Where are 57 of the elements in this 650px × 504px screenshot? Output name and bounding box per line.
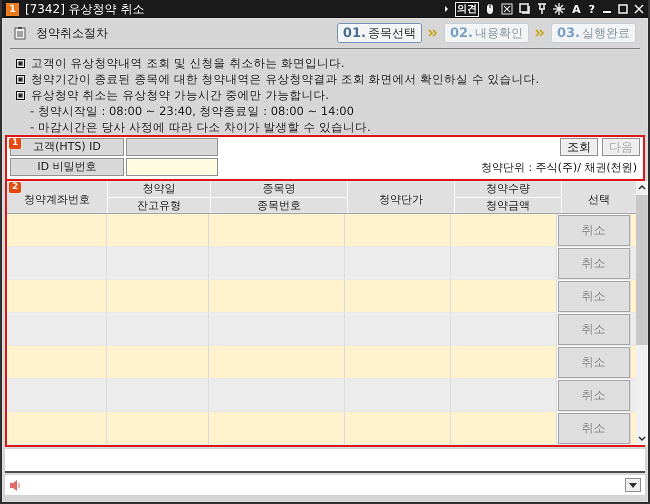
play-icon[interactable] xyxy=(444,5,450,13)
clipboard-icon xyxy=(14,26,26,40)
unit-note: 청약단위 : 주식(주)/ 채권(천원) xyxy=(480,160,637,174)
scroll-up-icon[interactable] xyxy=(638,184,646,190)
dropdown-button[interactable] xyxy=(625,478,641,492)
column-header: 청약일 xyxy=(108,181,210,198)
cancel-button[interactable]: 취소 xyxy=(558,214,630,246)
notice-text: - 청약시작일 : 08:00 ~ 23:40, 청약종료일 : 08:00 ~ 14:00 xyxy=(30,104,354,119)
bullet-icon xyxy=(16,75,25,84)
snowflake-icon[interactable] xyxy=(553,3,566,15)
windows-icon[interactable] xyxy=(519,3,532,15)
mouse-icon[interactable] xyxy=(485,3,496,15)
section-badge: 1 xyxy=(9,138,22,149)
action-button[interactable]: 조회 xyxy=(560,138,598,156)
window-title: [7342] 유상청약 취소 xyxy=(24,0,144,18)
bullet-icon xyxy=(16,91,25,100)
scrollbar[interactable] xyxy=(636,181,648,445)
field-label: ID 비밀번호 xyxy=(10,158,124,176)
cancel-button[interactable]: 취소 xyxy=(558,380,630,410)
step-tab[interactable]: 03.실행완료 xyxy=(550,23,636,43)
scroll-down-icon[interactable] xyxy=(638,436,646,442)
bullet-icon xyxy=(16,59,25,68)
section-badge: 2 xyxy=(9,182,22,193)
cancel-button[interactable]: 취소 xyxy=(558,314,630,344)
step-tab[interactable]: 01.종목선택 xyxy=(336,23,422,43)
step-tab[interactable]: 02.내용확인 xyxy=(444,23,529,43)
pin-icon[interactable] xyxy=(537,3,548,15)
cancel-button[interactable]: 취소 xyxy=(558,280,630,312)
help-button[interactable]: ? xyxy=(588,2,596,16)
column-header: 청약금액 xyxy=(485,198,531,213)
close-icon[interactable] xyxy=(634,4,644,14)
cancel-button[interactable]: 취소 xyxy=(558,412,630,444)
column-header: 청약계좌번호 xyxy=(24,192,90,208)
column-header: 선택 xyxy=(588,192,610,208)
column-header: 종목명 xyxy=(211,181,347,198)
page-title: 청약취소절차 xyxy=(36,24,108,42)
window-number-badge: 1 xyxy=(6,2,19,16)
id-field[interactable] xyxy=(126,138,218,156)
column-header: 잔고유형 xyxy=(136,198,182,213)
column-header: 청약단가 xyxy=(379,192,423,208)
feedback-button[interactable]: 의견 xyxy=(455,2,480,16)
chevron-icon xyxy=(534,29,545,37)
password-field[interactable] xyxy=(126,158,218,176)
font-button[interactable]: A xyxy=(571,2,582,16)
caret-icon xyxy=(629,482,637,488)
notice-text: 유상청약 취소는 유상청약 가능시간 중에만 가능합니다. xyxy=(31,88,329,103)
box-x-icon[interactable] xyxy=(501,3,514,15)
notice-text: - 마감시간은 당사 사정에 따라 다소 차이가 발생할 수 있습니다. xyxy=(30,120,371,135)
speaker-icon xyxy=(9,480,21,490)
maximize-icon[interactable] xyxy=(618,4,628,14)
cancel-button[interactable]: 취소 xyxy=(558,248,630,278)
notice-text: 고객이 유상청약내역 조회 및 신청을 취소하는 화면입니다. xyxy=(31,56,345,71)
notice-text: 청약기간이 종료된 종목에 대한 청약내역은 유상청약결과 조회 화면에서 확인하실 수 있습니다. xyxy=(31,72,540,87)
column-header: 종목번호 xyxy=(256,198,302,213)
chevron-icon xyxy=(428,29,438,37)
column-header: 청약수량 xyxy=(455,181,561,198)
cancel-button[interactable]: 취소 xyxy=(558,346,630,378)
